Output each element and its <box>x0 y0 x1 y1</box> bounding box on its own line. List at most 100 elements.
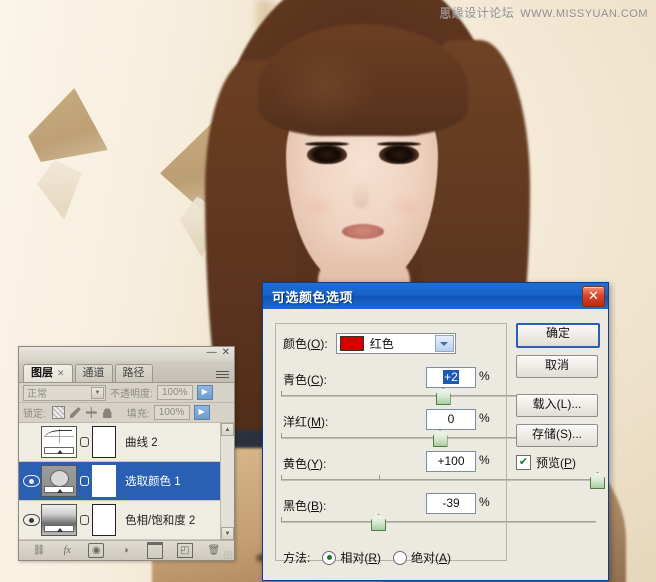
fx-icon[interactable]: fx <box>60 544 74 557</box>
save-button[interactable]: 存储(S)... <box>516 424 598 447</box>
selective-color-dialog[interactable]: 可选颜色选项 ✕ 颜色(O): 红色 青色(C): +2 % 洋红(M): 0 … <box>262 282 609 581</box>
layer-name[interactable]: 选取颜色 1 <box>125 473 181 489</box>
panel-menu-icon[interactable] <box>216 369 229 380</box>
delete-layer-icon[interactable]: 🗑 <box>207 544 221 557</box>
yellow-input[interactable]: +100 <box>426 451 476 472</box>
chevron-down-icon[interactable]: ▼ <box>91 387 104 399</box>
cyan-input[interactable]: +2 <box>426 367 476 388</box>
layer-thumbnail-selective-color[interactable] <box>41 465 77 497</box>
layer-row-hue-saturation[interactable]: 色相/饱和度 2 <box>19 501 234 540</box>
layers-panel-tabs[interactable]: 图层✕ 通道 路径 <box>19 362 234 383</box>
layer-row-selective-color[interactable]: 选取颜色 1 <box>19 462 234 501</box>
lips <box>342 224 384 239</box>
preview-checkbox[interactable]: ✔ <box>516 455 531 470</box>
hair-highlight <box>250 28 400 148</box>
layer-name[interactable]: 色相/饱和度 2 <box>125 512 195 528</box>
new-layer-icon[interactable]: ◰ <box>177 543 193 558</box>
layer-name[interactable]: 曲线 2 <box>125 434 158 450</box>
radio-relative-label: 相对(R) <box>340 549 381 566</box>
chevron-down-icon[interactable] <box>435 335 454 352</box>
tab-close-icon[interactable]: ✕ <box>57 368 65 378</box>
layer-link-icon[interactable] <box>80 431 89 453</box>
radio-relative-button[interactable] <box>322 551 336 565</box>
cyan-slider-thumb[interactable] <box>436 388 451 405</box>
cheek-left <box>296 192 340 222</box>
tab-channels[interactable]: 通道 <box>75 364 113 382</box>
black-slider-track[interactable] <box>281 521 596 523</box>
blend-mode-select[interactable]: 正常 ▼ <box>23 385 106 401</box>
black-input[interactable]: -39 <box>426 493 476 514</box>
scroll-up-icon[interactable]: ▲ <box>221 423 234 436</box>
lock-row[interactable]: 锁定: 填充: 100% ▶ <box>19 403 234 423</box>
layers-panel[interactable]: — ✕ 图层✕ 通道 路径 正常 ▼ 不透明度: 100% ▶ 锁定: <box>18 346 235 561</box>
adjustment-layer-icon[interactable]: ◑ <box>118 544 132 557</box>
blend-mode-value: 正常 <box>27 385 47 400</box>
layer-link-icon[interactable] <box>80 509 89 531</box>
layer-visibility-toggle[interactable] <box>21 475 41 487</box>
layers-panel-titlebar[interactable]: — ✕ <box>19 347 234 362</box>
close-icon[interactable]: ✕ <box>222 347 230 359</box>
method-row[interactable]: 方法: 相对(R) 绝对(A) <box>283 549 451 566</box>
layer-thumbnail-curves[interactable] <box>41 426 77 458</box>
magenta-input[interactable]: 0 <box>426 409 476 430</box>
preview-row[interactable]: ✔ 预览(P) <box>516 454 596 471</box>
fill-slider-arrow[interactable]: ▶ <box>194 405 210 420</box>
fill-input[interactable]: 100% <box>154 405 190 420</box>
layer-row-curves[interactable]: 曲线 2 <box>19 423 234 462</box>
layer-thumbnail-hue-saturation[interactable] <box>41 504 77 536</box>
ok-button[interactable]: 确定 <box>516 323 600 348</box>
resize-grip[interactable] <box>224 551 232 559</box>
magenta-slider-thumb[interactable] <box>433 430 448 447</box>
layer-link-icon[interactable] <box>80 470 89 492</box>
new-group-icon[interactable] <box>147 542 163 559</box>
black-label: 黑色(B): <box>283 497 326 514</box>
lock-all-icon[interactable] <box>102 407 113 418</box>
lock-position-icon[interactable] <box>86 407 97 418</box>
color-select-row[interactable]: 颜色(O): 红色 <box>283 333 456 354</box>
opacity-slider-arrow[interactable]: ▶ <box>197 385 213 400</box>
layer-mask-thumbnail[interactable] <box>92 465 116 497</box>
black-slider-thumb[interactable] <box>371 514 386 531</box>
dialog-body: 颜色(O): 红色 青色(C): +2 % 洋红(M): 0 % <box>263 309 608 580</box>
layer-list-scrollbar[interactable]: ▲ ▼ <box>220 423 234 540</box>
close-icon[interactable]: ✕ <box>582 286 605 307</box>
yellow-label: 黄色(Y): <box>283 455 326 472</box>
cancel-button[interactable]: 取消 <box>516 355 598 378</box>
cheek-right <box>384 192 428 222</box>
opacity-label: 不透明度: <box>110 385 153 400</box>
link-icon[interactable]: ⛓ <box>32 544 46 557</box>
yellow-slider-track[interactable] <box>281 479 596 481</box>
layer-list[interactable]: 曲线 2 选取颜色 1 色相/饱和度 2 ▲ <box>19 423 234 540</box>
tab-layers[interactable]: 图层✕ <box>23 364 73 382</box>
lock-paint-icon[interactable] <box>70 407 81 418</box>
layer-mask-thumbnail[interactable] <box>92 426 116 458</box>
color-select-value: 红色 <box>370 335 394 352</box>
opacity-input[interactable]: 100% <box>157 385 193 400</box>
scroll-down-icon[interactable]: ▼ <box>221 527 234 540</box>
cyan-percent: % <box>479 369 490 383</box>
eye-icon[interactable] <box>23 514 40 526</box>
layers-panel-toolbar[interactable]: ⛓ fx ◉ ◑ ◰ 🗑 <box>19 540 234 560</box>
minimize-icon[interactable]: — <box>207 347 217 359</box>
color-select[interactable]: 红色 <box>336 333 456 354</box>
blend-mode-row[interactable]: 正常 ▼ 不透明度: 100% ▶ <box>19 383 234 403</box>
radio-absolute-button[interactable] <box>393 551 407 565</box>
lock-label: 锁定: <box>23 405 46 420</box>
black-value: -39 <box>442 496 459 510</box>
dialog-title: 可选颜色选项 <box>272 287 582 306</box>
yellow-slider-thumb[interactable] <box>590 472 605 489</box>
dialog-titlebar[interactable]: 可选颜色选项 ✕ <box>263 283 608 309</box>
radio-absolute[interactable]: 绝对(A) <box>393 549 451 566</box>
layer-visibility-toggle[interactable] <box>21 514 41 526</box>
eye-icon[interactable] <box>23 475 40 487</box>
layer-mask-thumbnail[interactable] <box>92 504 116 536</box>
radio-relative[interactable]: 相对(R) <box>322 549 381 566</box>
layer-mask-icon[interactable]: ◉ <box>88 543 104 558</box>
tab-paths[interactable]: 路径 <box>115 364 153 382</box>
method-label: 方法: <box>283 549 310 566</box>
lock-transparency-icon[interactable] <box>52 406 65 419</box>
slider-row-black[interactable]: 黑色(B): -39 % <box>263 493 608 537</box>
load-button[interactable]: 载入(L)... <box>516 394 598 417</box>
lock-buttons[interactable] <box>52 406 113 419</box>
nose <box>353 182 369 208</box>
